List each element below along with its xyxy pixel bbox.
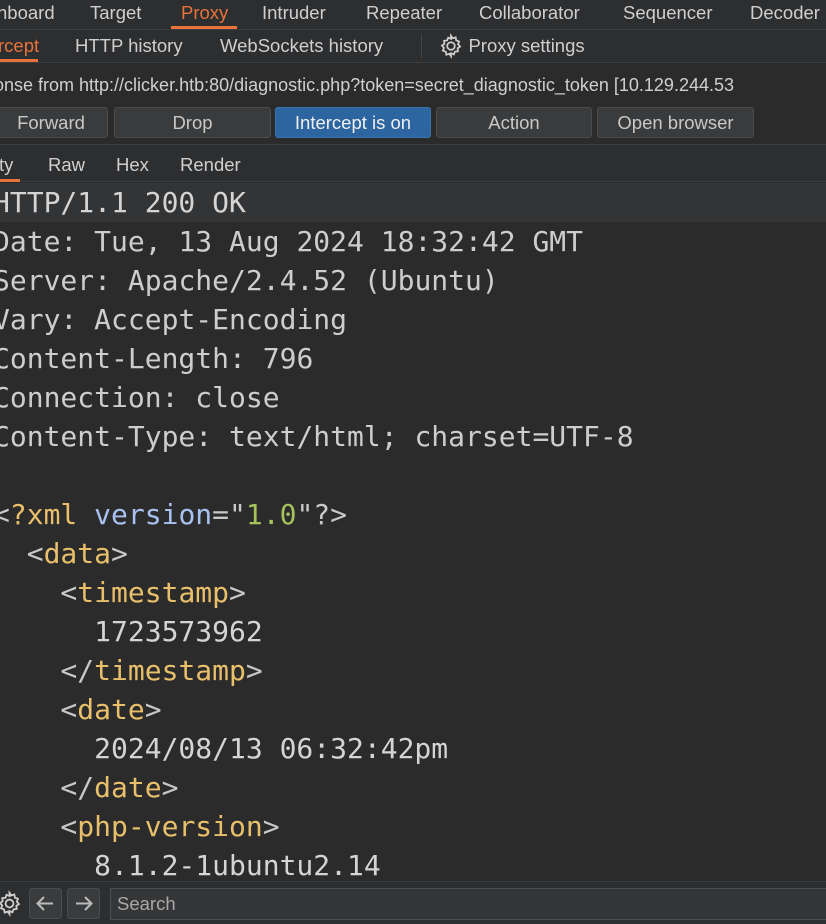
token-punc: < (0, 576, 78, 609)
token-punc: </ (0, 771, 95, 804)
response-editor[interactable]: HTTP/1.1 200 OK Date: Tue, 13 Aug 2024 18… (0, 183, 826, 880)
editor-line: Content-Length: 796 (0, 339, 826, 378)
token-punc: > (161, 771, 179, 804)
editor-line: Vary: Accept-Encoding (0, 300, 826, 339)
next-match-button[interactable] (67, 888, 100, 919)
tab-proxy[interactable]: Proxy (181, 2, 228, 24)
editor-line: Server: Apache/2.4.52 (Ubuntu) (0, 261, 826, 300)
intercept-toggle-button[interactable]: Intercept is on (275, 107, 431, 138)
editor-line: 2024/08/13 06:32:42pm (0, 729, 826, 768)
token-hval: 796 (245, 342, 314, 375)
token-hname: Date: (0, 225, 78, 258)
action-button[interactable]: Action (436, 107, 592, 138)
token-punc: < (0, 693, 78, 726)
search-input[interactable] (110, 888, 826, 920)
token-hval: Accept-Encoding (77, 303, 348, 336)
proxy-sub-tab-bar: rcept HTTP history WebSockets history Pr… (0, 30, 826, 63)
token-hval: text/html; charset=UTF-8 (212, 420, 634, 453)
tab-collaborator[interactable]: Collaborator (479, 2, 580, 24)
token-val: 1.0 (245, 498, 297, 531)
token-punc: > (111, 537, 128, 570)
token-text: HTTP/1.1 200 OK (0, 186, 246, 219)
tab-raw[interactable]: Raw (48, 154, 85, 176)
editor-tab-bar: ty Raw Hex Render (0, 144, 826, 182)
editor-line: </timestamp> (0, 651, 826, 690)
token-hname: Vary: (0, 303, 78, 336)
token-tag: date (77, 693, 145, 726)
editor-line: <data> (0, 534, 826, 573)
tab-dashboard[interactable]: nboard (0, 2, 55, 24)
drop-button[interactable]: Drop (114, 107, 271, 138)
editor-line: <timestamp> (0, 573, 826, 612)
active-subtab-underline (0, 59, 38, 62)
token-punc: "?> (296, 498, 348, 531)
token-hval: Apache/2.4.52 (Ubuntu) (111, 264, 499, 297)
token-punc: =" (212, 498, 246, 531)
tab-intercept[interactable]: rcept (0, 35, 39, 57)
intercept-status-line: onse from http://clicker.htb:80/diagnost… (0, 75, 734, 95)
forward-button[interactable]: Forward (0, 107, 108, 138)
token-hname: Content-Type: (0, 420, 213, 453)
proxy-settings-label: Proxy settings (468, 35, 585, 56)
editor-line: 8.1.2-1ubuntu2.14 (0, 846, 826, 880)
token-attr: version (77, 498, 213, 531)
tab-sequencer[interactable]: Sequencer (623, 2, 712, 24)
gear-icon (440, 32, 462, 60)
editor-line: Content-Type: text/html; charset=UTF-8 (0, 417, 826, 456)
tab-decoder[interactable]: Decoder (750, 2, 820, 24)
token-tag: timestamp (77, 576, 230, 609)
main-tab-bar: nboard Target Proxy Intruder Repeater Co… (0, 0, 826, 30)
token-tag: ?xml (9, 498, 78, 531)
token-hname: Server: (0, 264, 112, 297)
tab-target[interactable]: Target (90, 2, 141, 24)
tab-intruder[interactable]: Intruder (262, 2, 326, 24)
active-tab-underline (171, 26, 237, 29)
editor-line: <date> (0, 690, 826, 729)
editor-line: 1723573962 (0, 612, 826, 651)
tab-hex[interactable]: Hex (116, 154, 149, 176)
gear-icon (0, 889, 21, 918)
token-hval: close (178, 381, 280, 414)
active-editor-tab-underline (0, 179, 20, 182)
editor-line: <?xml version="1.0"?> (0, 495, 826, 534)
token-punc: > (144, 693, 162, 726)
token-hname: Connection: (0, 381, 179, 414)
editor-line: HTTP/1.1 200 OK (0, 183, 826, 222)
token-text: 1723573962 (0, 615, 263, 648)
token-hval: Tue, 13 Aug 2024 18:32:42 GMT (77, 225, 584, 258)
tab-repeater[interactable]: Repeater (366, 2, 442, 24)
tab-render[interactable]: Render (180, 154, 241, 176)
token-punc: < (0, 498, 10, 531)
token-punc: < (26, 537, 44, 570)
token-punc: </ (0, 654, 95, 687)
divider (421, 34, 422, 58)
editor-line: </date> (0, 768, 826, 807)
proxy-settings-button[interactable]: Proxy settings (438, 32, 585, 60)
token-punc: > (229, 576, 246, 609)
search-bar (0, 881, 826, 924)
editor-line: Date: Tue, 13 Aug 2024 18:32:42 GMT (0, 222, 826, 261)
tab-websockets-history[interactable]: WebSockets history (220, 35, 383, 57)
tab-pretty[interactable]: ty (0, 154, 13, 176)
token-punc: > (245, 654, 263, 687)
open-browser-button[interactable]: Open browser (597, 107, 754, 138)
token-tag: php-version (77, 810, 263, 843)
token-tag: data (43, 537, 112, 570)
token-tag: timestamp (94, 654, 246, 687)
token-tag: date (94, 771, 162, 804)
arrow-left-icon (36, 896, 53, 911)
token-punc: < (0, 810, 78, 843)
arrow-right-icon (76, 896, 93, 911)
editor-line: <php-version> (0, 807, 826, 846)
tab-http-history[interactable]: HTTP history (75, 35, 183, 57)
token-text: 8.1.2-1ubuntu2.14 (0, 849, 381, 880)
token-text: 2024/08/13 06:32:42pm (0, 732, 449, 765)
token-punc: > (262, 810, 280, 843)
search-settings-button[interactable] (0, 889, 23, 922)
previous-match-button[interactable] (29, 888, 62, 919)
token-hname: Content-Length: (0, 342, 246, 375)
editor-line: Connection: close (0, 378, 826, 417)
